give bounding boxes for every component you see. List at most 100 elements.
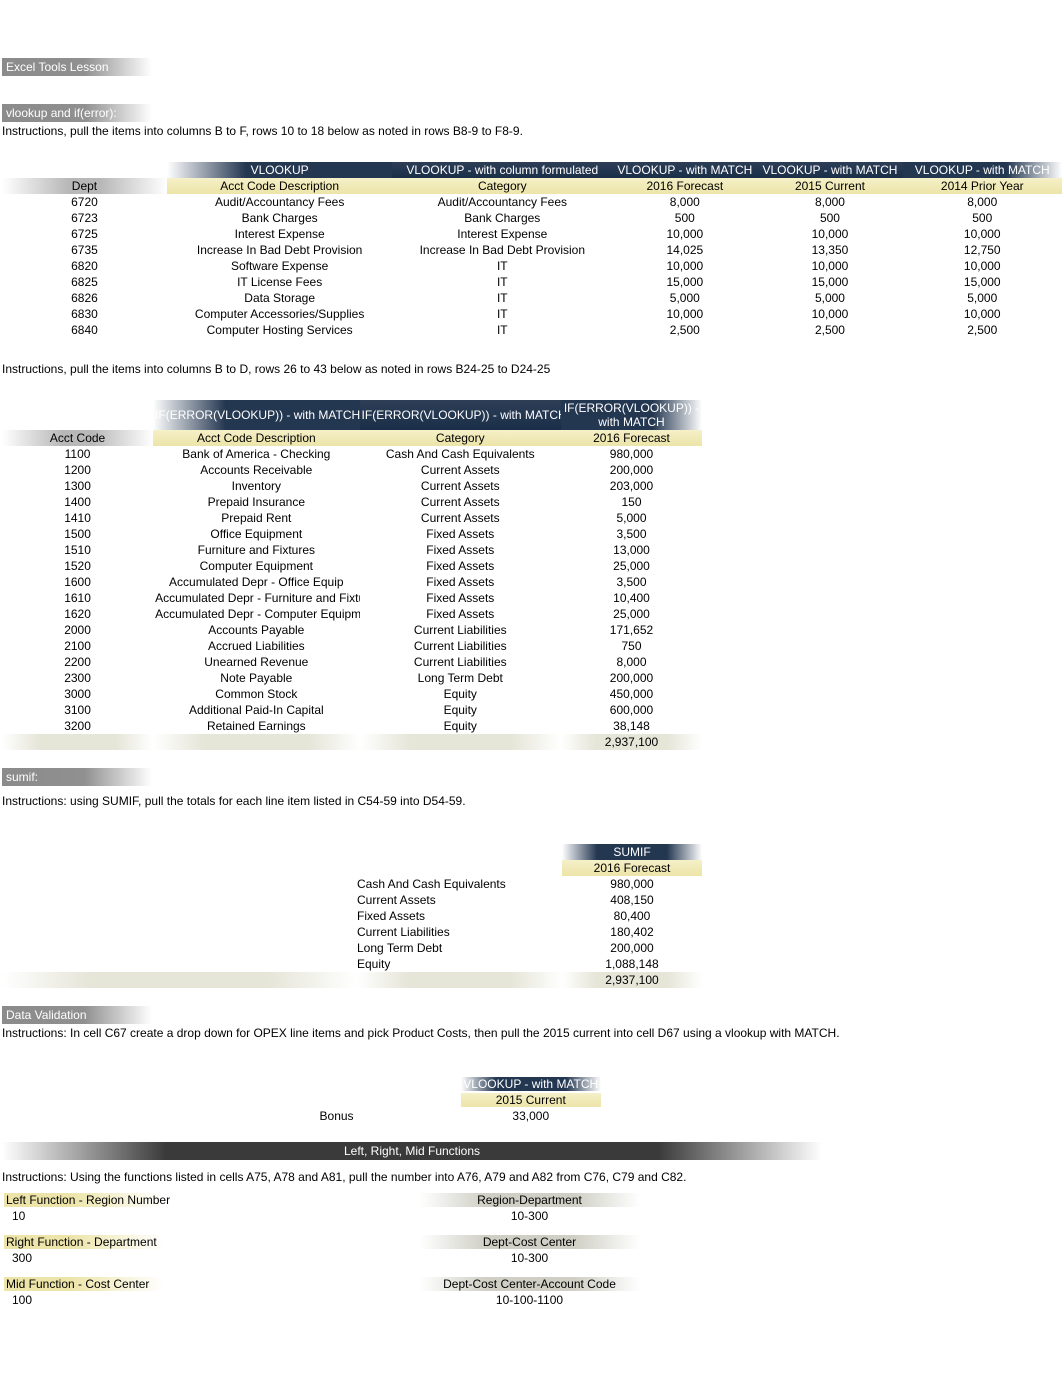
table-data-validation: VLOOKUP - with MATCH 2015 Current Bonus3… — [2, 1076, 702, 1124]
cell: Current Liabilities — [360, 638, 561, 654]
dept-cost-acct-val: 10-100-1100 — [357, 1292, 702, 1308]
cell: Accounts Payable — [153, 622, 359, 638]
cell: 6826 — [2, 290, 167, 306]
region-dept-hdr: Region-Department — [420, 1193, 640, 1207]
cell: 5,000 — [903, 290, 1062, 306]
cell: 6723 — [2, 210, 167, 226]
cell: 3100 — [2, 702, 153, 718]
cell: 500 — [757, 210, 902, 226]
table-row: 6840Computer Hosting ServicesIT2,5002,50… — [2, 322, 1062, 338]
cell: Long Term Debt — [360, 670, 561, 686]
table-row: 1100Bank of America - CheckingCash And C… — [2, 446, 702, 462]
cell: Prepaid Insurance — [153, 494, 359, 510]
cell: Audit/Accountancy Fees — [167, 194, 392, 210]
table-row: 3000Common StockEquity450,000 — [2, 686, 702, 702]
cell: 10,000 — [903, 226, 1062, 242]
cell: 2,500 — [903, 322, 1062, 338]
cell: Interest Expense — [392, 226, 612, 242]
cell: Common Stock — [153, 686, 359, 702]
cell: Unearned Revenue — [153, 654, 359, 670]
cell: Accumulated Depr - Computer Equipment — [153, 606, 359, 622]
col-sub: Category — [360, 430, 561, 446]
cell: Computer Equipment — [153, 558, 359, 574]
cell: 2200 — [2, 654, 153, 670]
dropdown-label[interactable]: Bonus — [2, 1108, 360, 1124]
table-row: 1400Prepaid InsuranceCurrent Assets150 — [2, 494, 702, 510]
col-sub: Dept — [2, 178, 167, 194]
cell: Current Assets — [360, 478, 561, 494]
cell: 1300 — [2, 478, 153, 494]
cell: Furniture and Fixtures — [153, 542, 359, 558]
cell: 10,000 — [757, 226, 902, 242]
table-row: 1600Accumulated Depr - Office EquipFixed… — [2, 574, 702, 590]
table-row: 6735Increase In Bad Debt ProvisionIncrea… — [2, 242, 1062, 258]
table-row: Equity1,088,148 — [2, 956, 702, 972]
instructions-3: Instructions: using SUMIF, pull the tota… — [2, 794, 1062, 808]
cell: 3,500 — [561, 526, 702, 542]
dept-cost-val: 10-300 — [357, 1250, 702, 1266]
table-row: 1510Furniture and FixturesFixed Assets13… — [2, 542, 702, 558]
col-hdr: VLOOKUP - with MATCH — [612, 162, 757, 178]
table-row: Current Assets408,150 — [2, 892, 702, 908]
col-sub: Category — [392, 178, 612, 194]
cell: Bank of America - Checking — [153, 446, 359, 462]
cell: Additional Paid-In Capital — [153, 702, 359, 718]
cell: 6840 — [2, 322, 167, 338]
right-fn-val: 300 — [2, 1250, 357, 1266]
cell: 6830 — [2, 306, 167, 322]
col-hdr: IF(ERROR(VLOOKUP)) - with MATCH — [561, 400, 702, 430]
table-row: Long Term Debt200,000 — [2, 940, 702, 956]
cell: Cash And Cash Equivalents — [357, 876, 562, 892]
cell: 2,500 — [612, 322, 757, 338]
table-row: Cash And Cash Equivalents980,000 — [2, 876, 702, 892]
cell: 450,000 — [561, 686, 702, 702]
cell: IT — [392, 322, 612, 338]
cell: Interest Expense — [167, 226, 392, 242]
left-fn-val: 10 — [2, 1208, 357, 1224]
section-excel-tools: Excel Tools Lesson — [2, 58, 152, 76]
cell: IT — [392, 306, 612, 322]
col-hdr: IF(ERROR(VLOOKUP)) - with MATCH — [153, 400, 359, 430]
cell: 1,088,148 — [562, 956, 702, 972]
instructions-1: Instructions, pull the items into column… — [2, 124, 1062, 138]
table-row: 6830Computer Accessories/SuppliesIT10,00… — [2, 306, 1062, 322]
cell: Current Assets — [360, 462, 561, 478]
mid-fn-val: 100 — [2, 1292, 357, 1308]
region-dept-val: 10-300 — [357, 1208, 702, 1224]
col-hdr: VLOOKUP - with MATCH — [903, 162, 1062, 178]
cell: Current Assets — [360, 510, 561, 526]
cell: 1100 — [2, 446, 153, 462]
cell: 10,000 — [612, 258, 757, 274]
cell: Current Assets — [360, 494, 561, 510]
cell: 8,000 — [612, 194, 757, 210]
cell: 1610 — [2, 590, 153, 606]
dept-cost-acct-hdr: Dept-Cost Center-Account Code — [420, 1277, 640, 1291]
cell: Computer Accessories/Supplies — [167, 306, 392, 322]
section-data-validation: Data Validation — [2, 1006, 152, 1024]
table-row: 6826Data StorageIT5,0005,0005,000 — [2, 290, 1062, 306]
col-hdr: VLOOKUP — [167, 162, 392, 178]
cell: 408,150 — [562, 892, 702, 908]
cell: Computer Hosting Services — [167, 322, 392, 338]
cell: 1400 — [2, 494, 153, 510]
cell: 980,000 — [561, 446, 702, 462]
cell: Current Assets — [357, 892, 562, 908]
cell: 500 — [903, 210, 1062, 226]
table-row: 1610Accumulated Depr - Furniture and Fix… — [2, 590, 702, 606]
table-lrm: Left Function - Region Number Region-Dep… — [2, 1192, 702, 1308]
col-hdr: VLOOKUP - with column formulated — [392, 162, 612, 178]
cell: 6735 — [2, 242, 167, 258]
table-row: 2200Unearned RevenueCurrent Liabilities8… — [2, 654, 702, 670]
right-fn-hdr: Right Function - Department — [4, 1235, 164, 1249]
instructions-4: Instructions: In cell C67 create a drop … — [2, 1026, 1062, 1040]
cell: 10,000 — [903, 258, 1062, 274]
cell: 13,350 — [757, 242, 902, 258]
cell: Retained Earnings — [153, 718, 359, 734]
col-sub: 2016 Forecast — [562, 860, 702, 876]
cell: 8,000 — [757, 194, 902, 210]
cell: Accrued Liabilities — [153, 638, 359, 654]
cell: IT License Fees — [167, 274, 392, 290]
cell: Office Equipment — [153, 526, 359, 542]
cell: 200,000 — [561, 462, 702, 478]
table-row: 1410Prepaid RentCurrent Assets5,000 — [2, 510, 702, 526]
